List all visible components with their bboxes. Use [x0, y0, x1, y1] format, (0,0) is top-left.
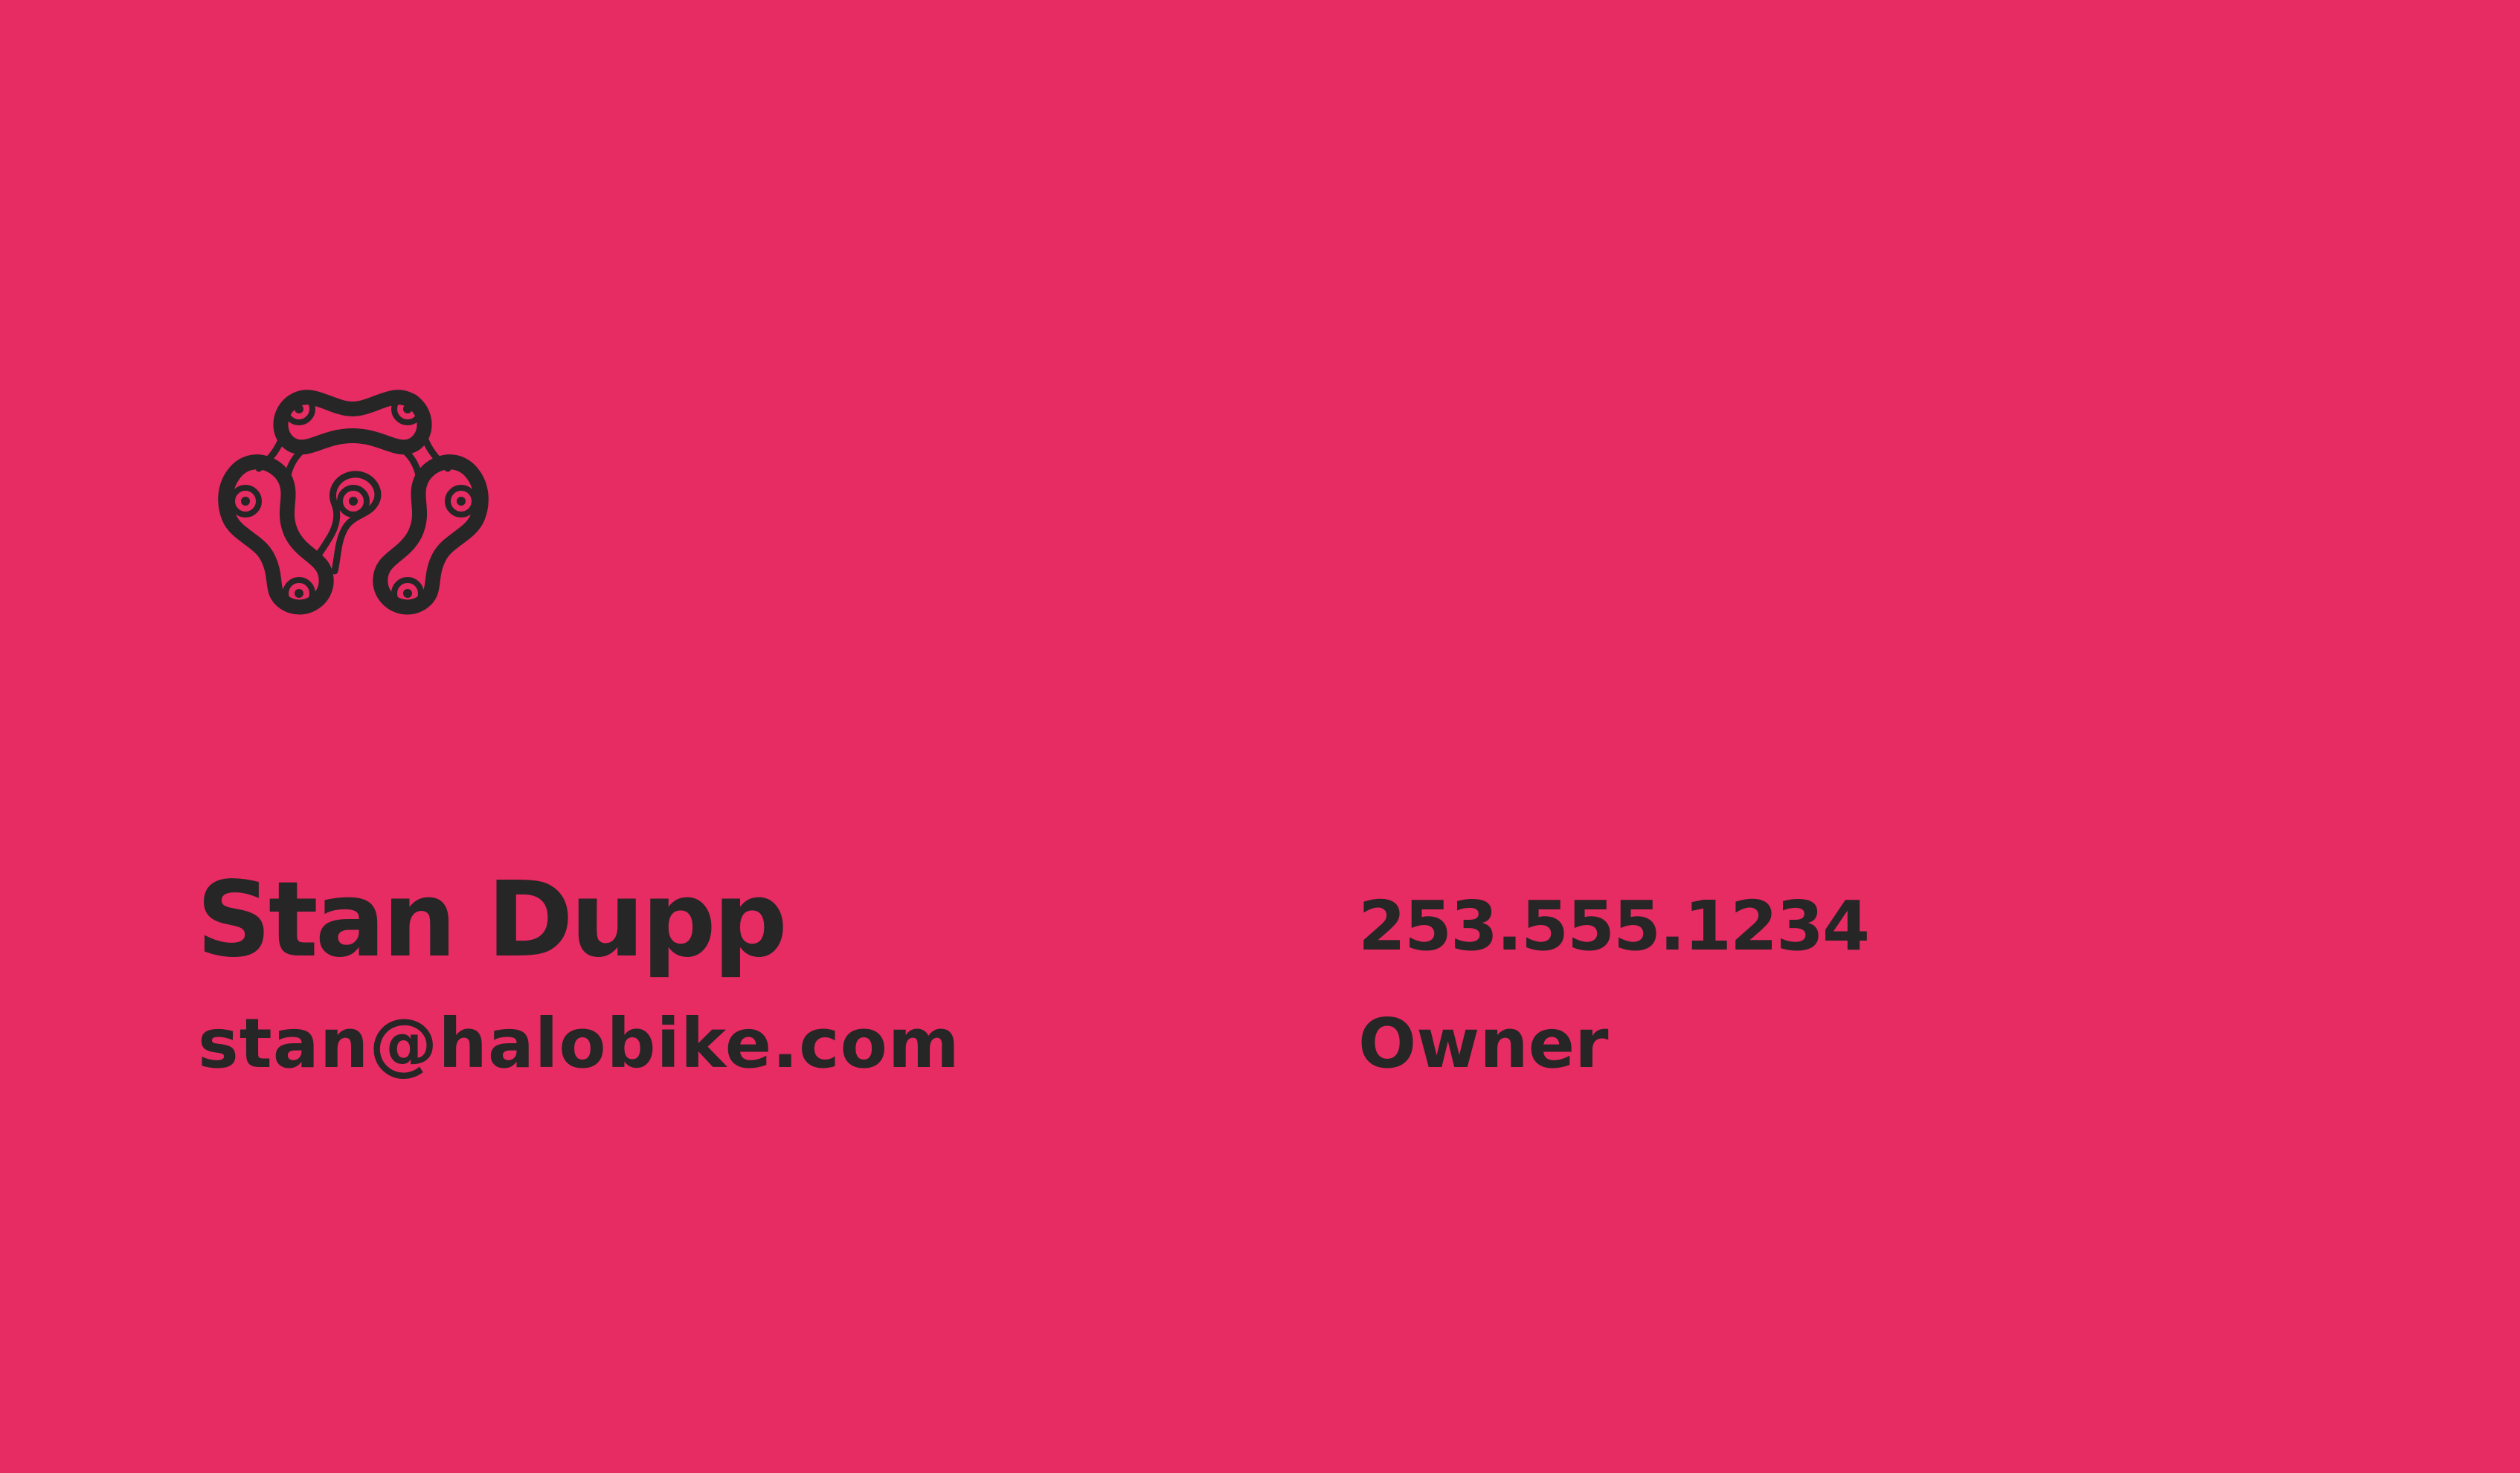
contact-email: stan@halobike.com	[198, 1004, 960, 1083]
contact-phone: 253.555.1234	[1358, 886, 1870, 966]
bike-chain-logo-icon	[204, 363, 503, 638]
business-card: Stan Dupp stan@halobike.com 253.555.1234…	[0, 0, 2520, 1473]
contact-role: Owner	[1358, 1004, 1609, 1083]
contact-name: Stan Dupp	[196, 860, 788, 981]
